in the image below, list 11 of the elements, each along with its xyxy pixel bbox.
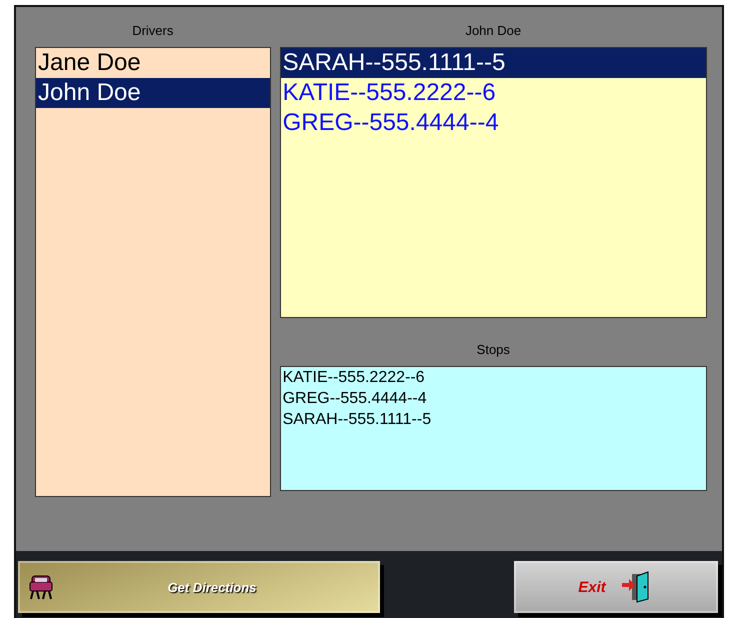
- stop-item[interactable]: GREG--555.4444--4: [280, 388, 706, 409]
- route-item[interactable]: GREG--555.4444--4: [280, 108, 706, 138]
- driver-item[interactable]: Jane Doe: [36, 48, 270, 78]
- route-item[interactable]: KATIE--555.2222--6: [280, 78, 706, 108]
- route-heading: John Doe: [464, 22, 522, 40]
- stop-item[interactable]: SARAH--555.1111--5: [280, 409, 706, 430]
- route-item[interactable]: SARAH--555.1111--5: [280, 48, 706, 78]
- stops-heading: Stops: [476, 341, 511, 359]
- driver-item[interactable]: John Doe: [36, 78, 270, 108]
- drivers-heading: Drivers: [131, 22, 174, 40]
- stop-item[interactable]: KATIE--555.2222--6: [280, 367, 706, 388]
